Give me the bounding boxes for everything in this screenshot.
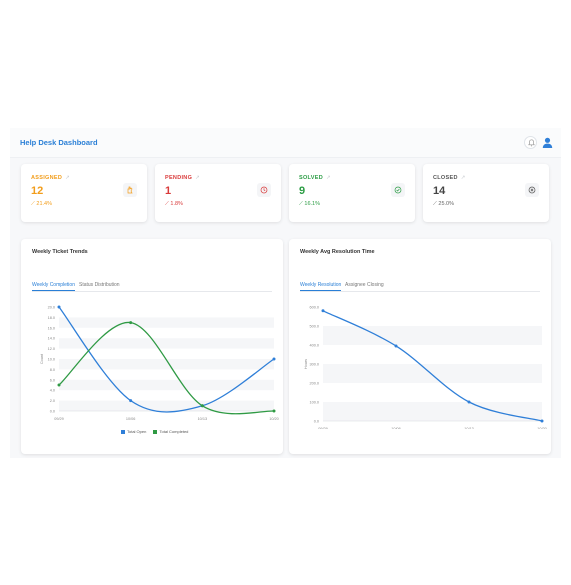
external-link-icon: ↗	[460, 175, 466, 181]
legend-swatch-open	[121, 429, 125, 434]
x-tick-label: 10/20	[269, 417, 279, 421]
solved-card[interactable]: SOLVED ↗ 9 ⟋ 16.1%	[289, 164, 415, 222]
x-tick-label: 10/20	[537, 427, 547, 429]
y-tick-label: 10.0	[48, 358, 55, 362]
x-tick-label: 10/13	[464, 427, 474, 429]
ticket-trends-chart: 0.0 2.0 4.0 6.0 8.0 10.0 12.0 14.0 16.0 18.0 20.0 0…	[40, 305, 279, 421]
y-tick-label: 14.0	[48, 337, 55, 341]
y-tick-label: 6.0	[50, 378, 55, 382]
y-tick-label: 20.0	[48, 306, 55, 310]
bell-icon	[528, 139, 535, 147]
user-avatar-button[interactable]	[541, 136, 554, 149]
card-value: 14	[433, 185, 446, 197]
legend-swatch-completed	[153, 429, 158, 434]
y-tick-label: 100.0	[309, 401, 319, 405]
card-label: SOLVED	[299, 175, 324, 181]
grid-band	[59, 379, 274, 391]
data-point[interactable]	[129, 321, 133, 325]
x-tick-label: 09/29	[318, 427, 328, 429]
grid-band	[323, 402, 542, 421]
user-icon	[542, 137, 553, 148]
check-circle-icon	[394, 186, 402, 194]
y-tick-label: 4.0	[50, 389, 55, 393]
y-tick-label: 600.0	[309, 306, 319, 310]
card-value: 1	[165, 185, 172, 197]
tab-bar: Weekly Resolution Assignee Closing	[300, 280, 540, 292]
y-tick-label: 18.0	[48, 316, 55, 320]
y-tick-label: 16.0	[48, 326, 55, 330]
x-tick-label: 10/13	[198, 417, 208, 421]
data-point[interactable]	[129, 399, 133, 403]
resolution-time-chart: 0.0 100.0 200.0 300.0 400.0 500.0 600.0 09/29 10…	[304, 306, 547, 430]
tab-assignee-closing[interactable]: Assignee Closing	[345, 282, 384, 288]
ticket-trends-panel: Weekly Ticket Trends Weekly Completion S…	[21, 239, 283, 454]
y-tick-label: 0.0	[50, 410, 55, 414]
external-link-icon: ↗	[195, 175, 201, 181]
closed-card[interactable]: CLOSED ↗ 14 ⟋ 25.0%	[423, 164, 549, 222]
data-point[interactable]	[57, 305, 61, 309]
card-percent: 1.8%	[170, 201, 183, 207]
card-label: ASSIGNED	[31, 175, 63, 181]
data-point[interactable]	[200, 404, 204, 408]
pending-card[interactable]: PENDING ↗ 1 ⟋ 1.8%	[155, 164, 281, 222]
grid-band	[323, 364, 542, 383]
legend-open-label[interactable]: Total Open	[127, 429, 146, 434]
card-label: PENDING	[165, 175, 193, 181]
data-point[interactable]	[321, 309, 325, 313]
card-value: 12	[31, 185, 44, 197]
x-tick-label: 09/29	[54, 417, 64, 421]
card-percent: 25.0%	[438, 201, 454, 207]
tab-weekly-completion[interactable]: Weekly Completion	[32, 282, 75, 291]
y-tick-label: 0.0	[314, 420, 319, 424]
grid-band	[323, 326, 542, 345]
card-percent: 21.4%	[36, 201, 52, 207]
tab-status-distribution[interactable]: Status Distribution	[79, 282, 120, 288]
chart-legend: Total Open Total Completed	[121, 429, 194, 434]
y-tick-label: 8.0	[50, 368, 55, 372]
card-percent: 16.1%	[304, 201, 320, 207]
y-tick-label: 12.0	[48, 347, 55, 351]
x-tick-label: 10/06	[126, 417, 136, 421]
external-link-icon: ↗	[326, 175, 331, 181]
grid-band	[59, 317, 274, 328]
legend-completed-label[interactable]: Total Completed	[159, 429, 188, 434]
y-tick-label: 200.0	[309, 382, 319, 386]
assigned-card[interactable]: ASSIGNED ↗ 12 ⟋ 21.4%	[21, 164, 147, 222]
data-point[interactable]	[467, 400, 471, 404]
notifications-button[interactable]	[524, 136, 537, 149]
resolution-time-panel: Weekly Avg Resolution Time Weekly Resolu…	[289, 239, 551, 454]
close-circle-icon	[528, 186, 536, 194]
data-point[interactable]	[57, 383, 61, 387]
y-tick-label: 400.0	[309, 344, 319, 348]
y-tick-label: 300.0	[309, 363, 319, 367]
app-header: Help Desk Dashboard	[10, 128, 561, 158]
y-axis-label: Count	[40, 353, 44, 364]
clock-icon	[260, 186, 268, 194]
grid-band	[59, 400, 274, 411]
data-point[interactable]	[272, 357, 276, 361]
external-link-icon: ↗	[65, 175, 71, 181]
y-tick-label: 500.0	[309, 325, 319, 329]
hand-icon	[127, 186, 133, 194]
card-value: 9	[299, 185, 306, 197]
panel-title: Weekly Ticket Trends	[32, 249, 88, 255]
card-label: CLOSED	[433, 175, 458, 181]
tab-bar: Weekly Completion Status Distribution	[32, 280, 272, 292]
data-point[interactable]	[540, 419, 544, 423]
page-title: Help Desk Dashboard	[20, 138, 98, 147]
x-tick-label: 10/06	[391, 427, 401, 429]
y-axis-label: Hours	[304, 359, 308, 369]
data-point[interactable]	[272, 409, 276, 413]
dashboard-page: Help Desk Dashboard ASSIGNED ↗ 12 ⟋ 21.4%…	[10, 128, 561, 458]
y-tick-label: 2.0	[50, 399, 55, 403]
tab-weekly-resolution[interactable]: Weekly Resolution	[300, 282, 342, 291]
data-point[interactable]	[394, 344, 398, 348]
panel-title: Weekly Avg Resolution Time	[300, 249, 375, 255]
